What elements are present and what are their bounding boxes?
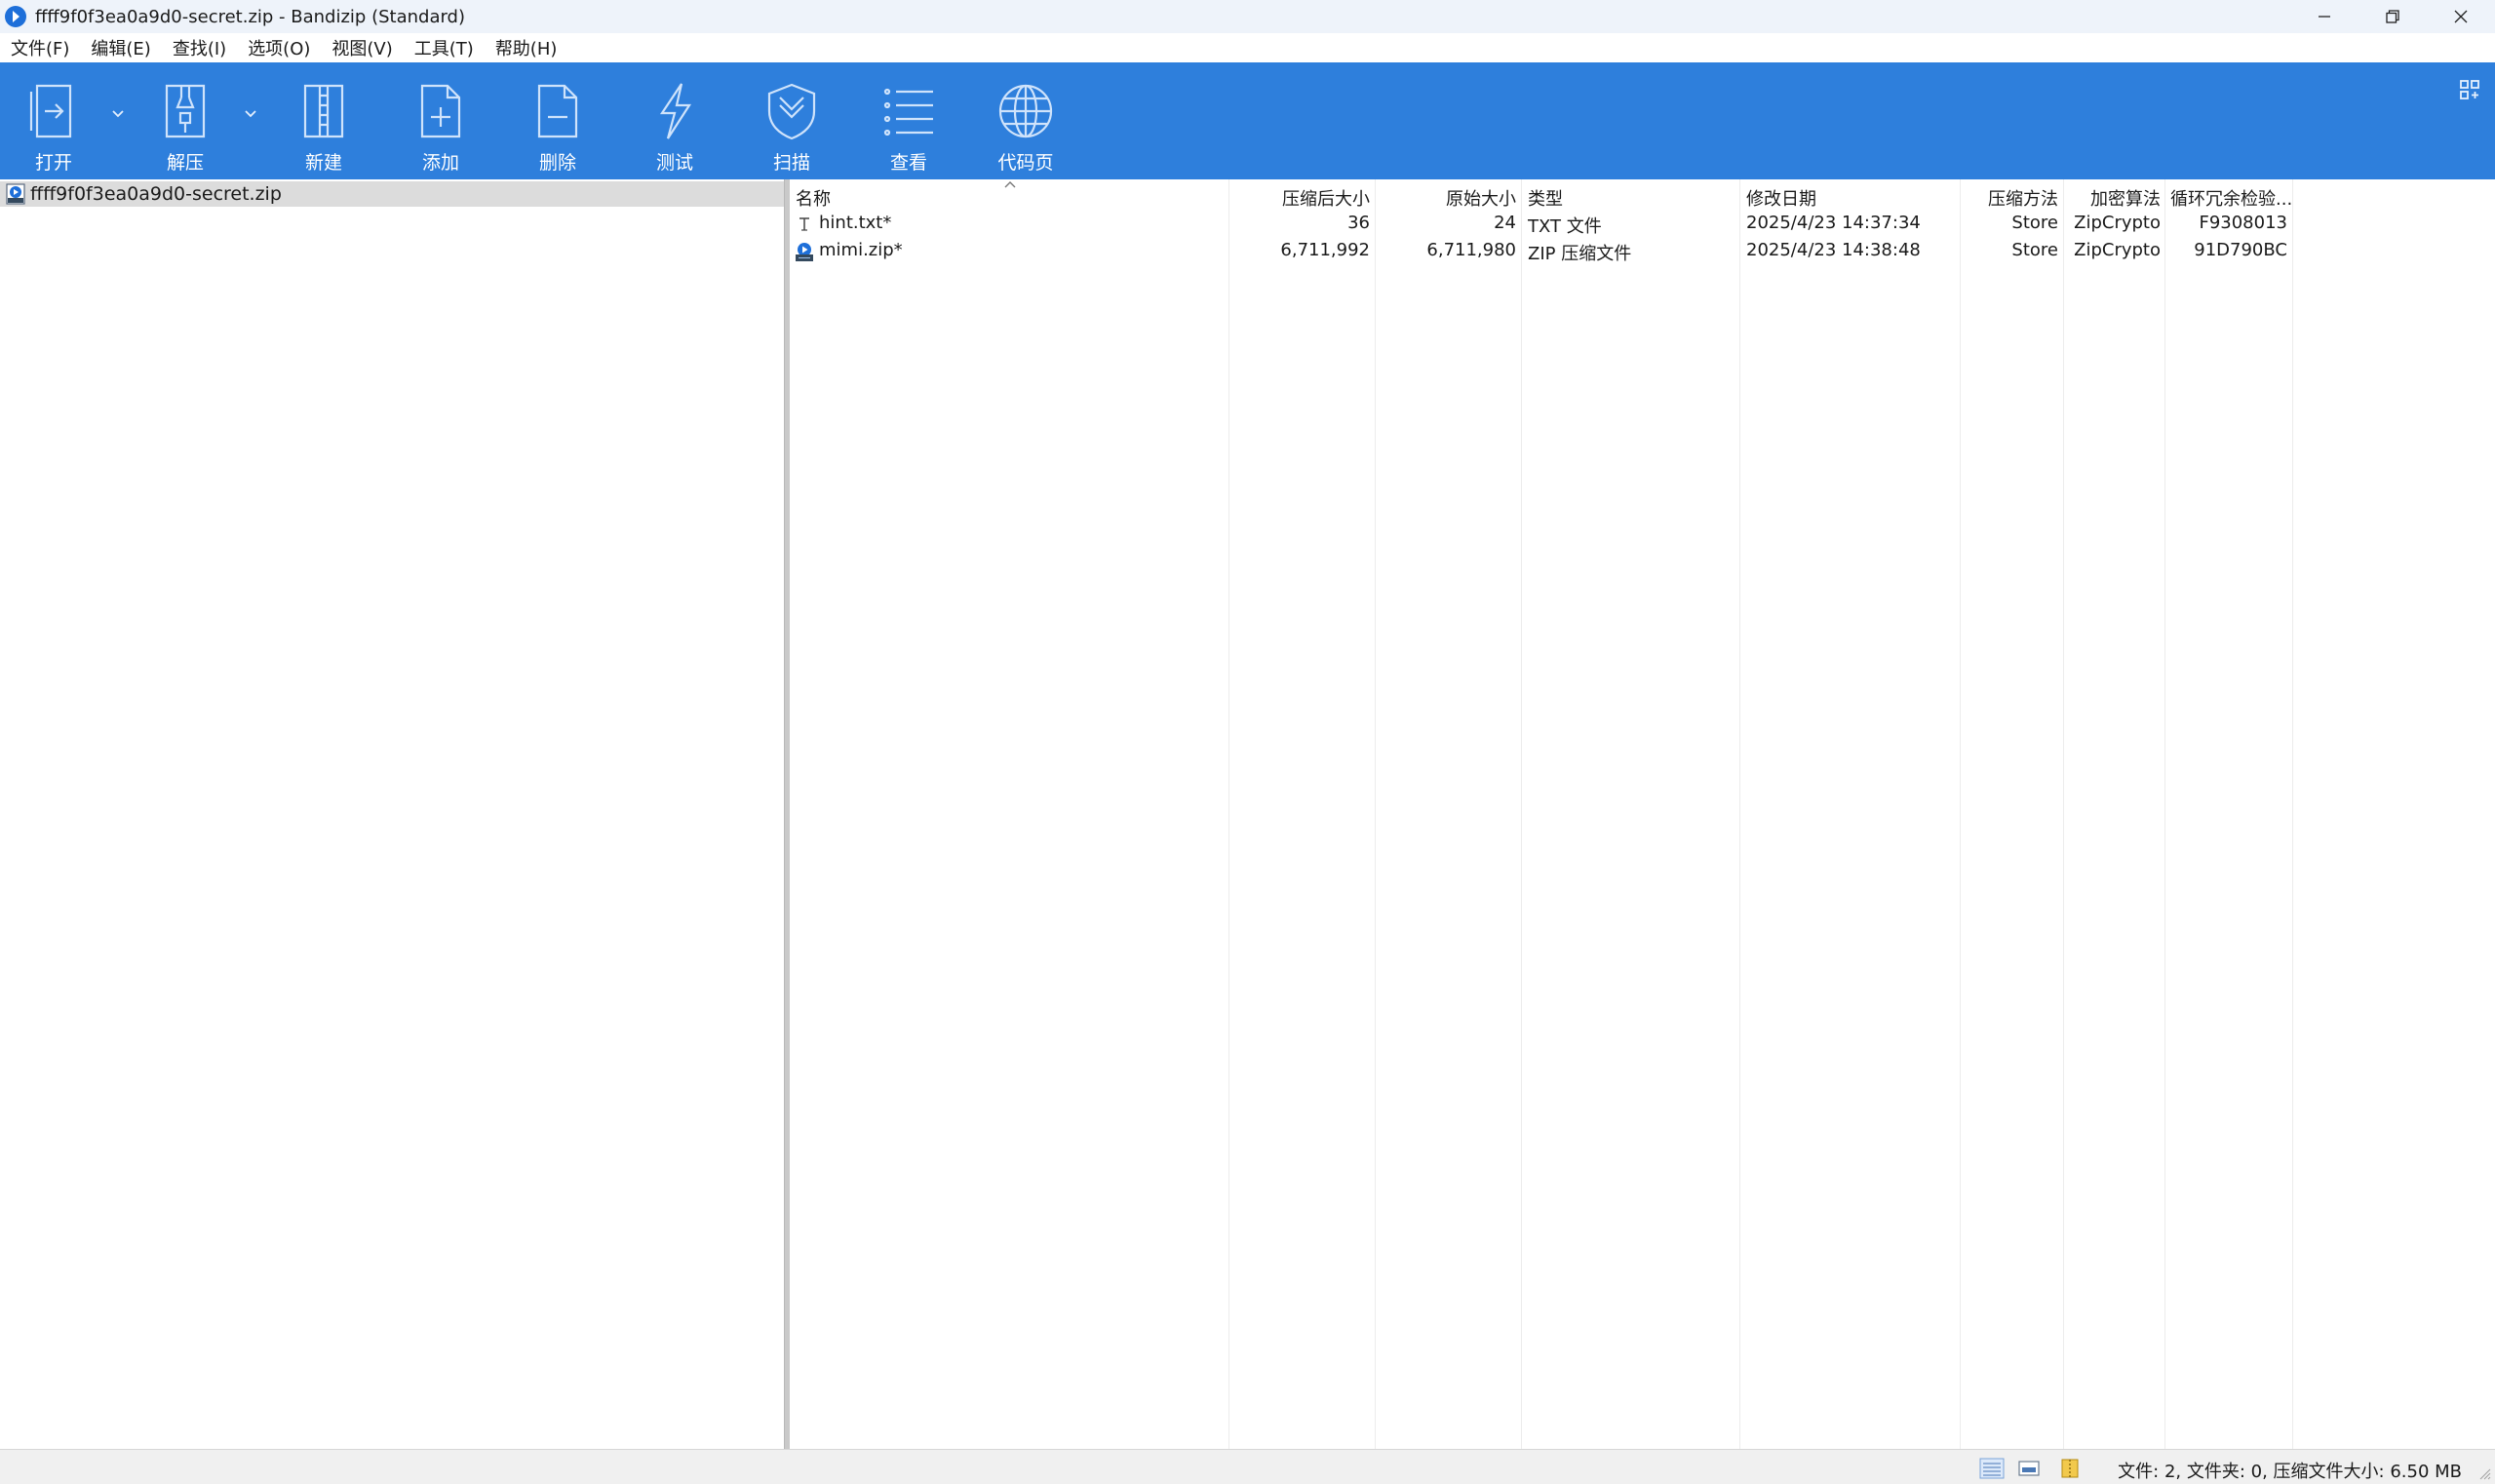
text-file-icon — [799, 217, 809, 231]
file-type: ZIP 压缩文件 — [1528, 244, 1632, 264]
file-packed-size: 6,711,992 — [1280, 240, 1370, 260]
column-header-name[interactable]: 名称 — [796, 185, 1225, 209]
file-row[interactable]: mimi.zip* 6,711,992 6,711,980 ZIP 压缩文件 2… — [790, 238, 2495, 265]
file-method: Store — [2011, 240, 2058, 260]
menu-file[interactable]: 文件(F) — [0, 35, 80, 60]
details-view-icon[interactable] — [1979, 1458, 2005, 1479]
new-archive-icon — [292, 80, 355, 142]
view-list-icon — [877, 80, 940, 142]
archive-info-icon[interactable] — [2057, 1458, 2083, 1479]
menu-options[interactable]: 选项(O) — [237, 35, 321, 60]
scan-shield-icon — [760, 80, 823, 142]
tree-item-root-archive[interactable]: ffff9f0f3ea0a9d0-secret.zip — [0, 181, 784, 207]
status-text: 文件: 2, 文件夹: 0, 压缩文件大小: 6.50 MB — [2118, 1462, 2462, 1482]
column-header-size[interactable]: 原始大小 — [1380, 185, 1516, 209]
test-lightning-icon — [643, 80, 706, 142]
column-divider — [2063, 179, 2064, 1449]
close-button[interactable] — [2427, 0, 2495, 33]
menu-edit[interactable]: 编辑(E) — [80, 35, 161, 60]
file-original-size: 24 — [1494, 213, 1516, 233]
file-modified: 2025/4/23 14:37:34 — [1746, 213, 1921, 233]
new-archive-button[interactable]: 新建 — [270, 62, 377, 179]
globe-icon — [994, 80, 1057, 142]
menu-help[interactable]: 帮助(H) — [485, 35, 568, 60]
delete-button[interactable]: 删除 — [504, 62, 611, 179]
extract-label: 解压 — [166, 152, 204, 174]
file-crc: 91D790BC — [2194, 240, 2287, 260]
status-bar: 文件: 2, 文件夹: 0, 压缩文件大小: 6.50 MB — [0, 1449, 2495, 1484]
test-label: 测试 — [655, 152, 693, 174]
file-encryption: ZipCrypto — [2074, 240, 2161, 260]
scan-button[interactable]: 扫描 — [738, 62, 845, 179]
menu-bar: 文件(F) 编辑(E) 查找(I) 选项(O) 视图(V) 工具(T) 帮助(H… — [0, 33, 2495, 62]
add-label: 添加 — [421, 152, 459, 174]
open-button[interactable]: 打开 — [0, 62, 107, 179]
column-header-packed[interactable]: 压缩后大小 — [1233, 185, 1370, 209]
file-list-pane[interactable]: 名称 压缩后大小 原始大小 类型 修改日期 压缩方法 加密算法 循环冗余检验..… — [790, 179, 2495, 1449]
layout-toggle-button[interactable] — [2458, 78, 2481, 101]
file-original-size: 6,711,980 — [1426, 240, 1516, 260]
test-button[interactable]: 测试 — [621, 62, 728, 179]
open-label: 打开 — [34, 152, 72, 174]
archive-tree-pane[interactable]: ffff9f0f3ea0a9d0-secret.zip — [0, 179, 784, 1449]
menu-view[interactable]: 视图(V) — [321, 35, 403, 60]
menu-find[interactable]: 查找(I) — [162, 35, 237, 60]
file-row[interactable]: hint.txt* 36 24 TXT 文件 2025/4/23 14:37:3… — [790, 211, 2495, 238]
minimize-button[interactable] — [2290, 0, 2359, 33]
toolbar: 打开 解压 新建 添加 删除 测试 扫描 查看 代码页 — [0, 62, 2495, 179]
new-archive-label: 新建 — [304, 152, 342, 174]
view-label: 查看 — [889, 152, 927, 174]
open-icon — [22, 80, 85, 142]
column-divider — [1375, 179, 1376, 1449]
add-file-icon — [409, 80, 472, 142]
archive-file-icon — [6, 183, 25, 205]
file-name: mimi.zip* — [819, 240, 903, 260]
codepage-label: 代码页 — [997, 152, 1054, 174]
minimize-icon — [2319, 16, 2330, 18]
menu-tools[interactable]: 工具(T) — [404, 35, 485, 60]
chevron-down-icon — [112, 110, 124, 118]
open-dropdown-button[interactable] — [107, 103, 129, 125]
column-header-encryption[interactable]: 加密算法 — [2067, 185, 2161, 209]
file-type: TXT 文件 — [1528, 216, 1602, 237]
column-header-crc[interactable]: 循环冗余检验... — [2170, 185, 2291, 209]
file-encryption: ZipCrypto — [2074, 213, 2161, 233]
column-divider — [1739, 179, 1740, 1449]
file-crc: F9308013 — [2199, 213, 2287, 233]
file-packed-size: 36 — [1347, 213, 1370, 233]
view-button[interactable]: 查看 — [855, 62, 962, 179]
file-name: hint.txt* — [819, 213, 892, 233]
delete-label: 删除 — [538, 152, 576, 174]
resize-grip-icon[interactable] — [2477, 1466, 2491, 1480]
restore-icon — [2386, 10, 2399, 23]
scan-label: 扫描 — [772, 152, 810, 174]
extract-button[interactable]: 解压 — [132, 62, 239, 179]
title-bar: ffff9f0f3ea0a9d0-secret.zip - Bandizip (… — [0, 0, 2495, 33]
column-divider — [2292, 179, 2293, 1449]
restore-button[interactable] — [2359, 0, 2427, 33]
column-divider — [1521, 179, 1522, 1449]
preview-view-icon[interactable] — [2016, 1458, 2042, 1479]
bandizip-app-icon — [5, 6, 26, 27]
close-icon — [2454, 10, 2468, 23]
column-divider — [2164, 179, 2165, 1449]
column-header-method[interactable]: 压缩方法 — [1965, 185, 2058, 209]
column-header-modified[interactable]: 修改日期 — [1746, 185, 1951, 209]
chevron-down-icon — [245, 110, 256, 118]
extract-dropdown-button[interactable] — [240, 103, 261, 125]
column-header-type[interactable]: 类型 — [1528, 185, 1733, 209]
column-divider — [1960, 179, 1961, 1449]
layout-grid-icon — [2460, 80, 2479, 99]
add-button[interactable]: 添加 — [387, 62, 494, 179]
tree-item-label: ffff9f0f3ea0a9d0-secret.zip — [30, 183, 282, 205]
extract-icon — [154, 80, 216, 142]
delete-file-icon — [526, 80, 589, 142]
window-title: ffff9f0f3ea0a9d0-secret.zip - Bandizip (… — [35, 6, 466, 27]
file-method: Store — [2011, 213, 2058, 233]
codepage-button[interactable]: 代码页 — [972, 62, 1079, 179]
column-divider — [1228, 179, 1229, 1449]
file-modified: 2025/4/23 14:38:48 — [1746, 240, 1921, 260]
zip-file-icon — [796, 243, 813, 261]
